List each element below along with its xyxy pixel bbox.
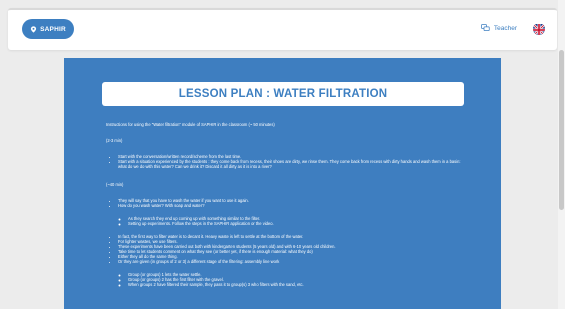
lesson-plan-card: LESSON PLAN : WATER FILTRATION Instructi… [64, 58, 501, 309]
lesson-body: Instructions for using the "Water filtra… [106, 122, 466, 287]
language-selector[interactable] [533, 23, 545, 35]
location-pin-icon [31, 25, 37, 33]
brand-label: SAPHIR [40, 25, 66, 33]
list-item: When groups 2 have filtered their sample… [128, 282, 466, 287]
section2-sublist: As they search they end up coming up wit… [106, 216, 466, 226]
section2-list: They will say that you have to wash the … [106, 198, 466, 208]
page-scrollbar[interactable] [558, 0, 565, 309]
uk-flag-icon [533, 23, 545, 35]
lesson-title: LESSON PLAN : WATER FILTRATION [102, 82, 464, 106]
scrollbar-thumb[interactable] [559, 50, 564, 210]
teacher-label: Teacher [493, 24, 517, 32]
section3-list: In fact, the first way to filter water i… [106, 234, 466, 264]
saphir-home-button[interactable]: SAPHIR [22, 19, 74, 39]
chat-bubbles-icon [480, 24, 490, 31]
teacher-role-button[interactable]: Teacher [480, 24, 517, 32]
top-navigation-bar: SAPHIR Teacher [8, 8, 557, 50]
list-item: Start with a situation experienced by th… [118, 159, 466, 169]
section1-list: Start with the conversation/written reco… [106, 154, 466, 169]
section3-sublist: Group (or groups) 1 lets the water settl… [106, 272, 466, 287]
